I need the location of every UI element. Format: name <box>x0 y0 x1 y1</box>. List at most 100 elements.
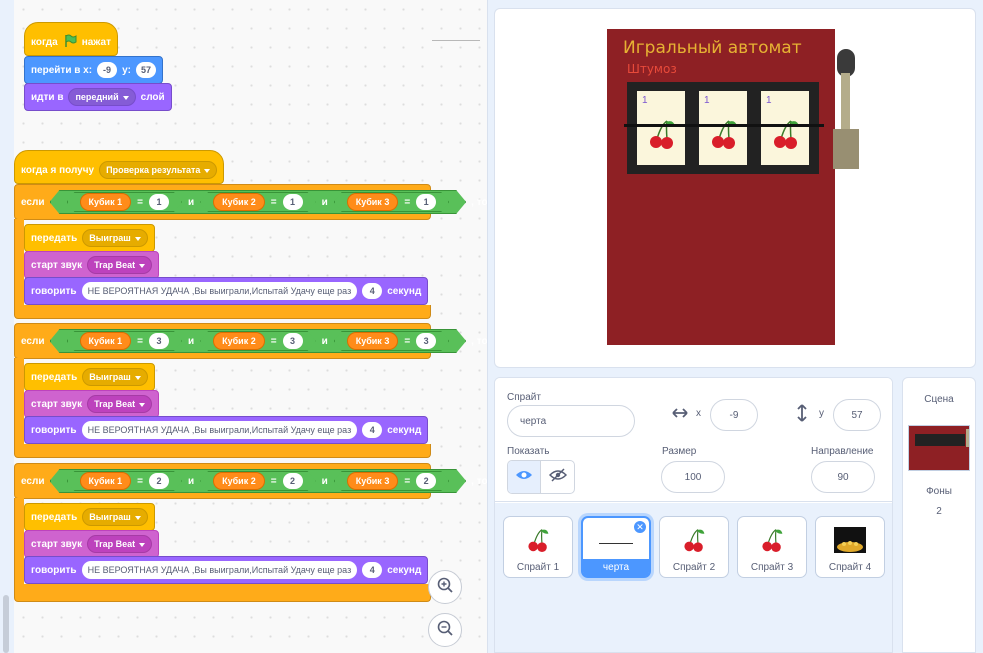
if-block[interactable]: если Кубик 1 = 1 и Кубик 2 = 1 и Кубик 3 = 1 ,… <box>14 184 487 220</box>
variable-reporter[interactable]: Кубик 2 <box>213 472 265 490</box>
say-for-secs-block[interactable]: говорить НЕ ВЕРОЯТНАЯ УДАЧА ,Вы выиграли… <box>24 416 429 444</box>
start-sound-block[interactable]: старт звук Trap Beat <box>24 390 160 418</box>
start-sound-block[interactable]: старт звук Trap Beat <box>24 530 160 558</box>
secs-input[interactable]: 4 <box>362 283 383 299</box>
delete-sprite-button[interactable]: ✕ <box>633 520 647 534</box>
equals-operator[interactable]: Кубик 1 = 3 <box>67 331 182 351</box>
value-input[interactable]: 1 <box>149 194 169 210</box>
equals-operator[interactable]: Кубик 1 = 1 <box>67 192 182 212</box>
sprite-thumbnail <box>738 523 806 561</box>
variable-reporter[interactable]: Кубик 3 <box>347 472 399 490</box>
sprite-name-input[interactable]: черта <box>507 405 635 437</box>
if-block[interactable]: если Кубик 1 = 3 и Кубик 2 = 3 и Кубик 3 = 3 ,… <box>14 323 487 359</box>
equals-operator[interactable]: Кубик 3 = 2 <box>334 471 449 491</box>
sprite-name: черта <box>583 559 649 576</box>
if-label: если <box>21 335 45 347</box>
sound-dropdown[interactable]: Trap Beat <box>87 395 153 413</box>
cherry-icon <box>709 117 739 156</box>
cherry-icon <box>760 526 784 559</box>
sprite-tile[interactable]: Спрайт 2 <box>659 516 729 578</box>
x-input[interactable]: -9 <box>710 399 758 431</box>
equals-operator[interactable]: Кубик 2 = 1 <box>200 192 315 212</box>
sprite-tile[interactable]: Спрайт 4 <box>815 516 885 578</box>
say-text-input[interactable]: НЕ ВЕРОЯТНАЯ УДАЧА ,Вы выиграли,Испытай … <box>81 282 358 300</box>
variable-reporter[interactable]: Кубик 1 <box>80 193 132 211</box>
equals-operator[interactable]: Кубик 3 = 1 <box>334 192 449 212</box>
cherry-icon <box>526 526 550 559</box>
go-to-layer-block[interactable]: идти в передний слой <box>24 83 172 111</box>
start-sound-block[interactable]: старт звук Trap Beat <box>24 251 160 279</box>
eq-sign: = <box>404 335 411 347</box>
when-flag-clicked-block[interactable]: когда нажат <box>24 22 118 56</box>
sprite-tile[interactable]: Спрайт 1 <box>503 516 573 578</box>
variable-reporter[interactable]: Кубик 1 <box>80 472 132 490</box>
broadcast-block[interactable]: передать Выиграш <box>24 363 155 391</box>
variable-reporter[interactable]: Кубик 3 <box>347 332 399 350</box>
value-input[interactable]: 1 <box>283 194 303 210</box>
sprite-tile[interactable]: Спрайт 3 <box>737 516 807 578</box>
go-to-xy-block[interactable]: перейти в x: -9 y: 57 <box>24 56 163 84</box>
broadcast-dropdown[interactable]: Выиграш <box>82 368 148 386</box>
if-mouth <box>14 358 24 444</box>
scene-pane[interactable]: Сцена Фоны 2 <box>902 377 976 653</box>
value-input[interactable]: 3 <box>416 333 436 349</box>
stage[interactable]: Игральный автомат Штумоз 1 1 1 <box>494 8 976 368</box>
say-for-secs-block[interactable]: говорить НЕ ВЕРОЯТНАЯ УДАЧА ,Вы выиграли… <box>24 277 429 305</box>
sound-dropdown[interactable]: Trap Beat <box>87 256 153 274</box>
when-i-receive-block[interactable]: когда я получу Проверка результата <box>14 150 225 184</box>
say-text-input[interactable]: НЕ ВЕРОЯТНАЯ УДАЧА ,Вы выиграли,Испытай … <box>81 561 358 579</box>
layer-dropdown[interactable]: передний <box>68 88 136 106</box>
broadcast-dropdown[interactable]: Выиграш <box>82 229 148 247</box>
broadcast-block[interactable]: передать Выиграш <box>24 224 155 252</box>
equals-operator[interactable]: Кубик 1 = 2 <box>67 471 182 491</box>
zoom-out-button[interactable] <box>428 613 462 647</box>
value-input[interactable]: 2 <box>149 473 169 489</box>
secs-input[interactable]: 4 <box>362 562 383 578</box>
y-input[interactable]: 57 <box>135 62 156 78</box>
y-input[interactable]: 57 <box>833 399 881 431</box>
reel-sprite-3[interactable]: 1 <box>761 91 809 165</box>
size-input[interactable]: 100 <box>661 461 725 493</box>
secs-input[interactable]: 4 <box>362 422 383 438</box>
block-label: говорить <box>31 564 77 576</box>
zoom-in-button[interactable] <box>428 570 462 604</box>
code-area[interactable]: когда нажат перейти в x: -9 y: 57 идти в… <box>14 0 488 653</box>
and-condition[interactable]: Кубик 1 = 2 и Кубик 2 = 2 и Кубик 3 = 2 <box>50 469 467 493</box>
reel-sprite-1[interactable]: 1 <box>637 91 685 165</box>
value-input[interactable]: 2 <box>283 473 303 489</box>
and-condition[interactable]: Кубик 1 = 3 и Кубик 2 = 3 и Кубик 3 = 3 <box>50 329 467 353</box>
say-text-input[interactable]: НЕ ВЕРОЯТНАЯ УДАЧА ,Вы выиграли,Испытай … <box>81 421 358 439</box>
hide-button[interactable] <box>541 461 574 493</box>
x-label: x <box>696 408 701 419</box>
variable-reporter[interactable]: Кубик 2 <box>213 332 265 350</box>
broadcast-dropdown[interactable]: Выиграш <box>82 508 148 526</box>
if-block[interactable]: если Кубик 1 = 2 и Кубик 2 = 2 и Кубик 3 = 2 ,… <box>14 463 487 499</box>
reel-sprite-2[interactable]: 1 <box>699 91 747 165</box>
variable-reporter[interactable]: Кубик 2 <box>213 193 265 211</box>
horizontal-scrollbar[interactable] <box>3 595 9 653</box>
sprite-thumbnail <box>504 523 572 561</box>
backdrop-thumbnail[interactable] <box>908 425 970 471</box>
line-sprite[interactable] <box>624 124 824 127</box>
x-input[interactable]: -9 <box>97 62 118 78</box>
value-input[interactable]: 1 <box>416 194 436 210</box>
variable-reporter[interactable]: Кубик 1 <box>80 332 132 350</box>
sound-dropdown[interactable]: Trap Beat <box>87 535 153 553</box>
equals-operator[interactable]: Кубик 2 = 3 <box>200 331 315 351</box>
equals-operator[interactable]: Кубик 3 = 3 <box>334 331 449 351</box>
broadcast-block[interactable]: передать Выиграш <box>24 503 155 531</box>
value-input[interactable]: 2 <box>416 473 436 489</box>
block-label: старт звук <box>31 398 83 410</box>
direction-input[interactable]: 90 <box>811 461 875 493</box>
show-button[interactable] <box>508 461 542 493</box>
and-condition[interactable]: Кубик 1 = 1 и Кубик 2 = 1 и Кубик 3 = 1 <box>50 190 467 214</box>
say-for-secs-block[interactable]: говорить НЕ ВЕРОЯТНАЯ УДАЧА ,Вы выиграли… <box>24 556 429 584</box>
block-label: нажат <box>81 36 111 48</box>
variable-reporter[interactable]: Кубик 3 <box>347 193 399 211</box>
value-input[interactable]: 3 <box>149 333 169 349</box>
block-label: слой <box>140 91 165 103</box>
message-dropdown[interactable]: Проверка результата <box>99 161 218 179</box>
value-input[interactable]: 3 <box>283 333 303 349</box>
equals-operator[interactable]: Кубик 2 = 2 <box>200 471 315 491</box>
sprite-tile-selected[interactable]: ✕ черта <box>581 516 651 578</box>
